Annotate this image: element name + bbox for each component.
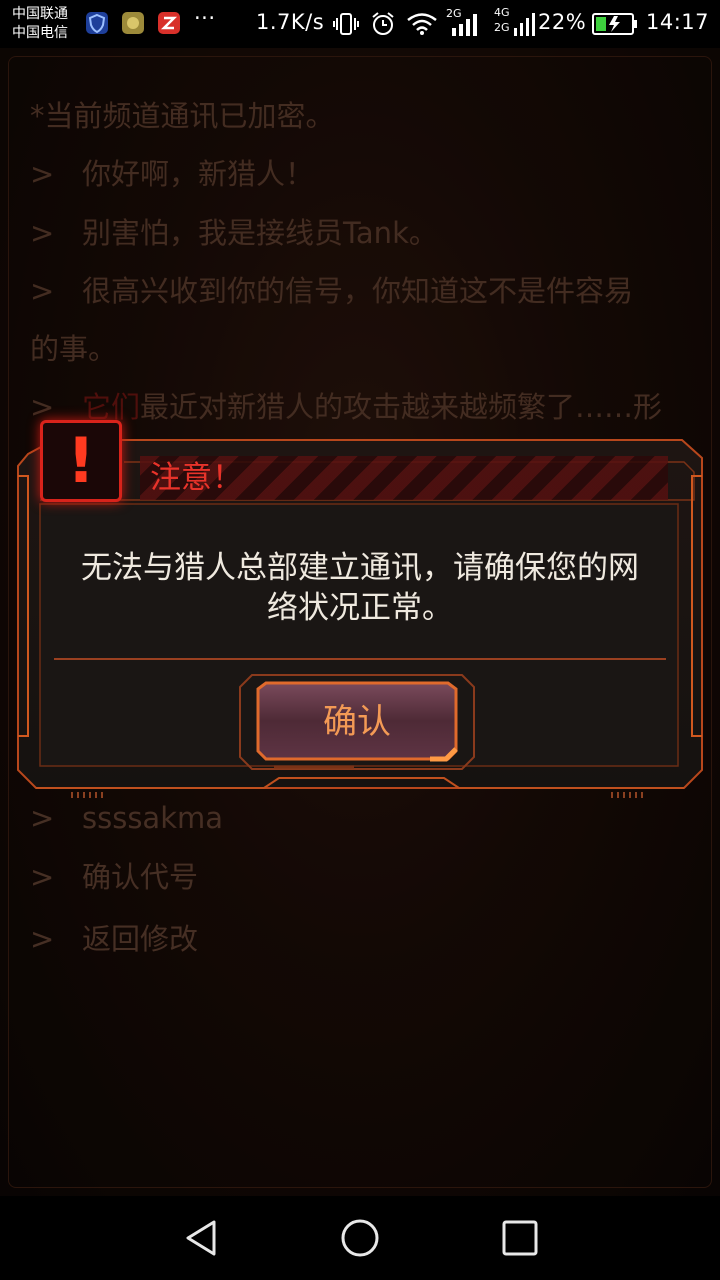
net-speed: 1.7K/s	[256, 10, 325, 34]
exclamation-icon: !	[66, 424, 96, 497]
carrier-info: 中国联通 中国电信	[12, 5, 68, 43]
wifi-icon	[407, 13, 437, 35]
confirm-button[interactable]: 确认	[239, 674, 475, 770]
coin-app-icon	[122, 12, 144, 34]
home-icon[interactable]	[340, 1218, 380, 1258]
back-icon[interactable]	[182, 1218, 220, 1258]
confirm-button-label: 确认	[323, 702, 391, 742]
signal-icon-1	[452, 14, 477, 36]
shield-app-icon	[86, 12, 108, 34]
clock: 14:17	[646, 10, 710, 34]
dialog-message-line: 无法与猎人总部建立通讯，请确保您的网	[81, 550, 639, 586]
battery-percent: 22%	[538, 10, 587, 34]
carrier-1: 中国联通	[12, 6, 68, 22]
battery-icon	[592, 13, 637, 35]
network-2g-label-b: 2G	[494, 21, 510, 34]
status-bar: 中国联通 中国电信 ··· 1.7K/s 2G 4G 2G 22% 14:17	[0, 0, 720, 48]
dialog-divider	[54, 658, 666, 660]
network-4g-label: 4G	[494, 6, 510, 19]
navigation-bar	[0, 1196, 720, 1280]
dialog-message: 无法与猎人总部建立通讯，请确保您的网 络状况正常。	[42, 548, 678, 628]
alert-badge: !	[40, 420, 122, 502]
dialog-message-line: 络状况正常。	[267, 590, 453, 626]
recents-icon[interactable]	[502, 1220, 538, 1256]
z-app-icon	[158, 12, 180, 34]
signal-icon-2	[514, 13, 535, 36]
more-notifications: ···	[194, 6, 216, 30]
vibrate-icon	[333, 13, 359, 35]
dialog-title: 注意！	[150, 460, 243, 496]
alarm-icon	[372, 12, 394, 35]
carrier-2: 中国电信	[12, 25, 68, 41]
